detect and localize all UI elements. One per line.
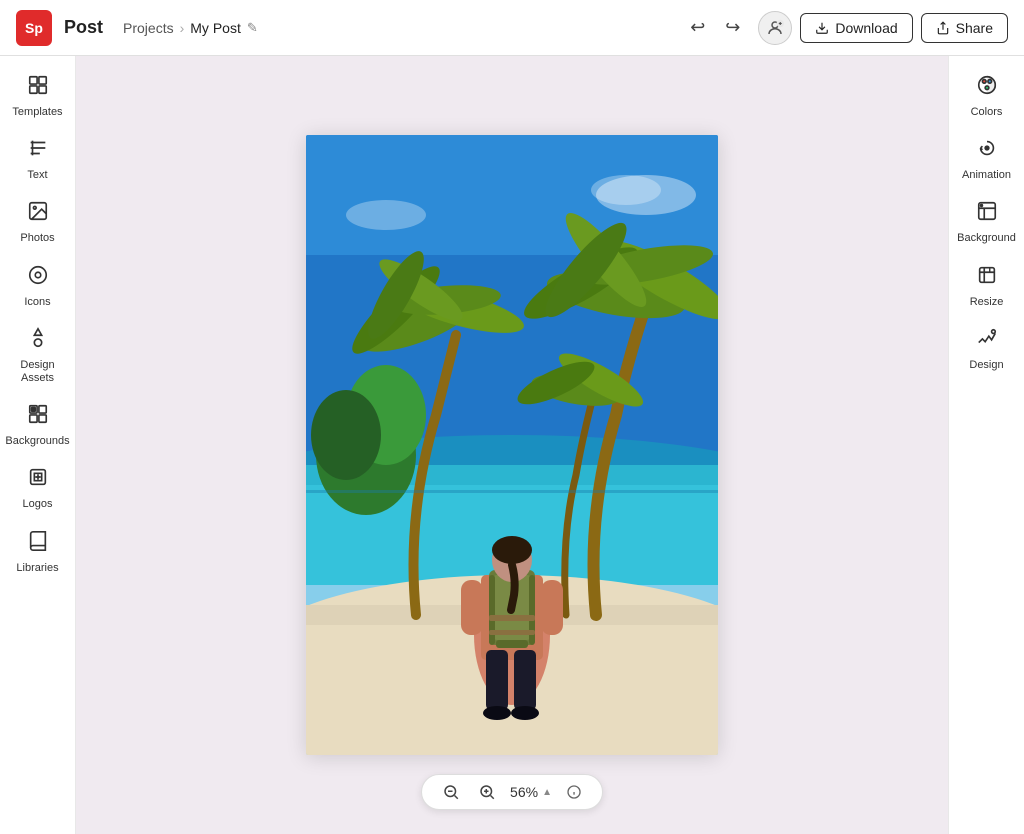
canvas-image bbox=[306, 135, 718, 755]
sidebar-item-design-assets[interactable]: Design Assets bbox=[2, 317, 74, 393]
undo-redo-controls: ↩ ↪ bbox=[684, 13, 746, 42]
resize-label: Resize bbox=[970, 296, 1004, 309]
design-assets-icon bbox=[27, 327, 49, 355]
background-icon bbox=[976, 200, 998, 228]
design-assets-label: Design Assets bbox=[6, 359, 70, 385]
app-name: Post bbox=[64, 17, 103, 38]
breadcrumb-separator: › bbox=[180, 20, 185, 36]
app-logo: Sp bbox=[16, 10, 52, 46]
zoom-chevron: ▲ bbox=[542, 787, 552, 798]
breadcrumb-projects[interactable]: Projects bbox=[123, 20, 174, 36]
sidebar-item-photos[interactable]: Photos bbox=[2, 190, 74, 253]
right-sidebar: Colors Animation Background bbox=[948, 56, 1024, 834]
canvas-area: 56% ▲ bbox=[76, 56, 948, 834]
sidebar-item-background[interactable]: Background bbox=[951, 190, 1023, 253]
text-label: Text bbox=[27, 169, 47, 182]
zoom-out-icon bbox=[442, 783, 460, 801]
libraries-icon bbox=[27, 530, 49, 558]
sidebar-item-backgrounds[interactable]: Backgrounds bbox=[2, 393, 74, 456]
info-icon bbox=[566, 784, 582, 800]
text-icon bbox=[27, 137, 49, 165]
zoom-bar: 56% ▲ bbox=[421, 774, 603, 810]
sidebar-item-icons[interactable]: Icons bbox=[2, 254, 74, 317]
zoom-in-icon bbox=[478, 783, 496, 801]
info-button[interactable] bbox=[562, 782, 586, 802]
sidebar-item-text[interactable]: Text bbox=[2, 127, 74, 190]
sidebar-item-colors[interactable]: Colors bbox=[951, 64, 1023, 127]
zoom-in-button[interactable] bbox=[474, 781, 500, 803]
icons-icon bbox=[27, 264, 49, 292]
logos-label: Logos bbox=[23, 498, 53, 511]
left-sidebar: Templates Text Photos bbox=[0, 56, 76, 834]
backgrounds-icon bbox=[27, 403, 49, 431]
edit-title-icon[interactable]: ✎ bbox=[247, 20, 258, 36]
animation-icon bbox=[976, 137, 998, 165]
sidebar-item-resize[interactable]: Resize bbox=[951, 254, 1023, 317]
templates-label: Templates bbox=[12, 106, 62, 119]
zoom-value[interactable]: 56% ▲ bbox=[510, 784, 552, 800]
share-icon bbox=[936, 21, 950, 35]
background-label: Background bbox=[957, 232, 1016, 245]
avatar-button[interactable] bbox=[758, 11, 792, 45]
logos-icon bbox=[27, 466, 49, 494]
sidebar-item-design[interactable]: Design bbox=[951, 317, 1023, 380]
sidebar-item-logos[interactable]: Logos bbox=[2, 456, 74, 519]
share-button[interactable]: Share bbox=[921, 13, 1008, 43]
breadcrumb-current: My Post bbox=[190, 20, 241, 36]
colors-icon bbox=[976, 74, 998, 102]
sidebar-item-libraries[interactable]: Libraries bbox=[2, 520, 74, 583]
undo-button[interactable]: ↩ bbox=[684, 13, 711, 42]
topbar: Sp Post Projects › My Post ✎ ↩ ↪ Downloa… bbox=[0, 0, 1024, 56]
download-button[interactable]: Download bbox=[800, 13, 912, 43]
icons-label: Icons bbox=[24, 296, 50, 309]
backgrounds-label: Backgrounds bbox=[5, 435, 69, 448]
download-icon bbox=[815, 21, 829, 35]
colors-label: Colors bbox=[971, 106, 1003, 119]
templates-icon bbox=[27, 74, 49, 102]
design-icon bbox=[976, 327, 998, 355]
photos-icon bbox=[27, 200, 49, 228]
photos-label: Photos bbox=[20, 232, 54, 245]
main-area: Templates Text Photos bbox=[0, 56, 1024, 834]
animation-label: Animation bbox=[962, 169, 1011, 182]
topbar-right-actions: Download Share bbox=[758, 11, 1008, 45]
sidebar-item-animation[interactable]: Animation bbox=[951, 127, 1023, 190]
design-label: Design bbox=[969, 359, 1003, 372]
redo-button[interactable]: ↪ bbox=[719, 13, 746, 42]
canvas-container[interactable] bbox=[306, 135, 718, 755]
sidebar-item-templates[interactable]: Templates bbox=[2, 64, 74, 127]
zoom-out-button[interactable] bbox=[438, 781, 464, 803]
breadcrumb: Projects › My Post ✎ bbox=[123, 20, 258, 36]
libraries-label: Libraries bbox=[16, 562, 58, 575]
resize-icon bbox=[976, 264, 998, 292]
